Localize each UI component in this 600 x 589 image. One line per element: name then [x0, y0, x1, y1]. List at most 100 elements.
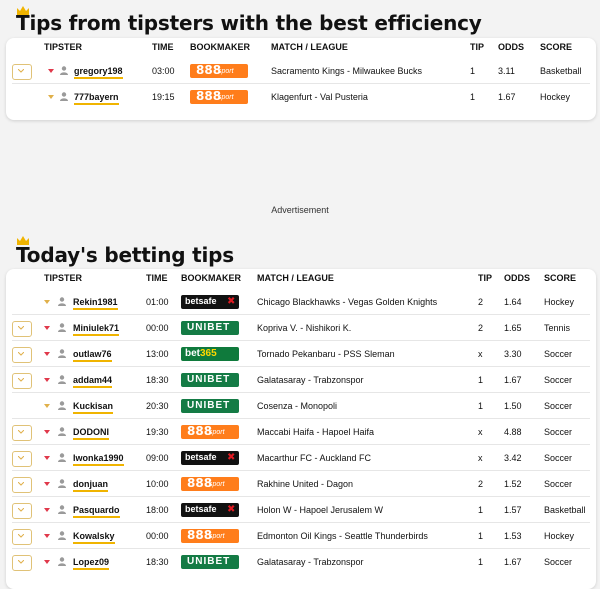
match-league[interactable]: Galatasaray - Trabzonspor [257, 549, 475, 575]
col-header-time: TIME [152, 42, 174, 52]
table-row[interactable]: Miniulek71 00:00 UNIBET Kopriva V. - Nishik… [6, 315, 596, 341]
table-row[interactable]: Rekin1981 01:00 betsafe ✖ Chicago Blackhawks… [6, 289, 596, 315]
add-to-coupon-button[interactable] [12, 529, 32, 545]
add-to-coupon-button[interactable] [12, 503, 32, 519]
chevron-icon [18, 352, 24, 356]
chevron-icon [18, 508, 24, 512]
odds-value: 1.64 [504, 297, 522, 307]
caret-down-icon [44, 404, 50, 408]
tip-value: 1 [478, 505, 484, 515]
match-league[interactable]: Rakhine United - Dagon [257, 471, 475, 497]
match-league[interactable]: Tornado Pekanbaru - PSS Sleman [257, 341, 475, 367]
bookmaker-logo-unibet[interactable]: UNIBET [181, 321, 239, 335]
bookmaker-logo-unibet[interactable]: UNIBET [181, 399, 239, 413]
tipster-name-link[interactable]: Rekin1981 [73, 289, 118, 315]
tipster-name-link[interactable]: DODONI [73, 419, 109, 445]
user-icon [58, 479, 66, 488]
match-league[interactable]: Edmonton Oil Kings - Seattle Thunderbird… [257, 523, 475, 549]
user-icon [58, 557, 66, 566]
caret-down-icon [44, 326, 50, 330]
col-header-bookmaker: BOOKMAKER [181, 273, 241, 283]
match-league[interactable]: Chicago Blackhawks - Vegas Golden Knight… [257, 289, 475, 315]
bookmaker-logo-888[interactable]: 888 sport [190, 64, 248, 78]
col-header-time: TIME [146, 273, 168, 283]
caret-down-icon [44, 456, 50, 460]
bookmaker-logo-betsafe[interactable]: betsafe ✖ [181, 451, 239, 465]
tipster-name-link[interactable]: addam44 [73, 367, 113, 393]
table-row[interactable]: gregory198 03:00 888 sport Sacramento Kings … [6, 58, 596, 84]
col-header-tip: TIP [470, 42, 485, 52]
x-mark-icon: ✖ [227, 452, 236, 463]
add-to-coupon-button[interactable] [12, 321, 32, 337]
match-league[interactable]: Sacramento Kings - Milwaukee Bucks [271, 58, 466, 84]
tipster-name-link[interactable]: Lopez09 [73, 549, 110, 575]
caret-down-icon [44, 534, 50, 538]
bookmaker-logo-unibet[interactable]: UNIBET [181, 373, 239, 387]
add-to-coupon-button[interactable] [12, 477, 32, 493]
add-to-coupon-button[interactable] [12, 64, 32, 80]
table-row[interactable]: Kuckisan 20:30 UNIBET Cosenza - Monopoli 1 1.… [6, 393, 596, 419]
add-to-coupon-button[interactable] [12, 555, 32, 571]
table-row[interactable]: outlaw76 13:00 bet365 Tornado Pekanbaru - P… [6, 341, 596, 367]
x-mark-icon: ✖ [227, 296, 236, 307]
odds-value: 1.50 [504, 401, 522, 411]
chevron-icon [18, 430, 24, 434]
bookmaker-logo-888[interactable]: 888 sport [190, 90, 248, 104]
add-to-coupon-button[interactable] [12, 373, 32, 389]
match-league[interactable]: Cosenza - Monopoli [257, 393, 475, 419]
user-icon [58, 401, 66, 410]
tip-time: 18:00 [146, 505, 169, 515]
tip-value: 1 [470, 66, 476, 76]
tipster-name-link[interactable]: Pasquardo [73, 497, 120, 523]
tipster-name-link[interactable]: outlaw76 [73, 341, 112, 367]
add-to-coupon-button[interactable] [12, 347, 32, 363]
tipster-name-link[interactable]: donjuan [73, 471, 108, 497]
tip-value: x [478, 349, 483, 359]
match-league[interactable]: Macarthur FC - Auckland FC [257, 445, 475, 471]
tipster-name-link[interactable]: Iwonka1990 [73, 445, 124, 471]
table-row[interactable]: Kowalsky 00:00 888 sport Edmonton Oil Kings … [6, 523, 596, 549]
col-header-tipster: TIPSTER [44, 273, 83, 283]
table-row[interactable]: Iwonka1990 09:00 betsafe ✖ Macarthur FC - Au… [6, 445, 596, 471]
table-row[interactable]: addam44 18:30 UNIBET Galatasaray - Trabzons… [6, 367, 596, 393]
match-league[interactable]: Holon W - Hapoel Jerusalem W [257, 497, 475, 523]
bookmaker-logo-betsafe[interactable]: betsafe ✖ [181, 503, 239, 517]
bookmaker-logo-bet365[interactable]: bet365 [181, 347, 239, 361]
bookmaker-logo-888[interactable]: 888 sport [181, 477, 239, 491]
caret-down-icon [44, 352, 50, 356]
tip-value: 1 [478, 375, 484, 385]
match-league[interactable]: Maccabi Haifa - Hapoel Haifa [257, 419, 475, 445]
table-row[interactable]: Lopez09 18:30 UNIBET Galatasaray - Trabzons… [6, 549, 596, 575]
sport-score: Tennis [544, 323, 571, 333]
tipster-name-link[interactable]: Kowalsky [73, 523, 115, 549]
bookmaker-logo-888[interactable]: 888 sport [181, 425, 239, 439]
odds-value: 1.52 [504, 479, 522, 489]
table-row[interactable]: 777bayern 19:15 888 sport Klagenfurt - Val P… [6, 84, 596, 110]
chevron-icon [18, 560, 24, 564]
bookmaker-logo-unibet[interactable]: UNIBET [181, 555, 239, 569]
tip-value: 1 [478, 531, 484, 541]
add-to-coupon-button[interactable] [12, 425, 32, 441]
tipster-name-link[interactable]: Miniulek71 [73, 315, 120, 341]
tip-value: 1 [470, 92, 476, 102]
col-header-odds: ODDS [504, 273, 531, 283]
caret-down-icon [44, 482, 50, 486]
table-row[interactable]: DODONI 19:30 888 sport Maccabi Haifa - Hapoe… [6, 419, 596, 445]
tipster-name-link[interactable]: gregory198 [74, 58, 123, 84]
tipster-name-link[interactable]: Kuckisan [73, 393, 114, 419]
match-league[interactable]: Galatasaray - Trabzonspor [257, 367, 475, 393]
bookmaker-logo-betsafe[interactable]: betsafe ✖ [181, 295, 239, 309]
table-row[interactable]: donjuan 10:00 888 sport Rakhine United - Dag… [6, 471, 596, 497]
match-league[interactable]: Klagenfurt - Val Pusteria [271, 84, 466, 110]
col-header-score: SCORE [544, 273, 577, 283]
tip-time: 10:00 [146, 479, 169, 489]
tip-value: 2 [478, 479, 484, 489]
tipster-name-link[interactable]: 777bayern [74, 84, 119, 110]
match-league[interactable]: Kopriva V. - Nishikori K. [257, 315, 475, 341]
col-header-tip: TIP [478, 273, 493, 283]
add-to-coupon-button[interactable] [12, 451, 32, 467]
bookmaker-logo-888[interactable]: 888 sport [181, 529, 239, 543]
tip-value: 1 [478, 557, 484, 567]
table-row[interactable]: Pasquardo 18:00 betsafe ✖ Holon W - Hapoel J… [6, 497, 596, 523]
sport-score: Soccer [544, 375, 573, 385]
